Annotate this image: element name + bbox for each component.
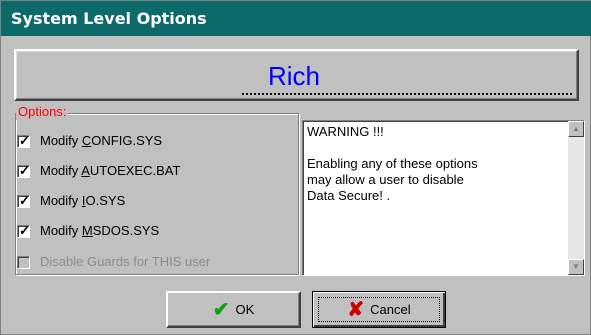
cancel-button[interactable]: ✘ Cancel xyxy=(312,291,446,328)
warning-text: WARNING !!! Enabling any of these option… xyxy=(307,124,478,203)
modify-io-sys-label: Modify IO.SYS xyxy=(40,193,126,208)
focus-rectangle xyxy=(318,297,440,322)
check-mark-icon: ✓ xyxy=(19,132,30,148)
warning-scrollbar[interactable]: ▲ ▼ xyxy=(568,121,584,275)
modify-config-sys-option[interactable]: ✓ Modify CONFIG.SYS xyxy=(17,131,162,151)
down-arrow-icon: ▼ xyxy=(572,262,580,271)
user-name-panel: Rich xyxy=(14,49,579,101)
system-level-options-dialog: System Level Options Rich Options: ✓ Mod… xyxy=(0,0,591,335)
scroll-up-button[interactable]: ▲ xyxy=(568,121,584,137)
scroll-down-button[interactable]: ▼ xyxy=(568,259,584,275)
warning-textbox[interactable]: WARNING !!! Enabling any of these option… xyxy=(302,120,585,276)
disable-guards-checkbox xyxy=(17,255,30,269)
modify-msdos-sys-checkbox[interactable]: ✓ xyxy=(17,222,30,238)
modify-autoexec-bat-option[interactable]: ✓ Modify AUTOEXEC.BAT xyxy=(17,161,180,181)
up-arrow-icon: ▲ xyxy=(572,124,580,133)
modify-config-sys-checkbox[interactable]: ✓ xyxy=(17,132,30,148)
ok-button[interactable]: ✔ OK xyxy=(166,291,301,328)
modify-autoexec-bat-label: Modify AUTOEXEC.BAT xyxy=(40,163,181,178)
check-mark-icon: ✓ xyxy=(19,222,30,238)
user-name: Rich xyxy=(268,61,321,91)
check-mark-icon: ✓ xyxy=(19,162,30,178)
modify-autoexec-bat-checkbox[interactable]: ✓ xyxy=(17,162,30,178)
window-title: System Level Options xyxy=(1,1,591,36)
ok-button-label: OK xyxy=(235,302,255,317)
disable-guards-label: Disable Guards for THIS user xyxy=(40,254,211,269)
modify-msdos-sys-label: Modify MSDOS.SYS xyxy=(40,223,160,238)
modify-config-sys-label: Modify CONFIG.SYS xyxy=(40,133,163,148)
modify-msdos-sys-option[interactable]: ✓ Modify MSDOS.SYS xyxy=(17,221,159,241)
check-icon: ✔ xyxy=(212,298,230,321)
modify-io-sys-option[interactable]: ✓ Modify IO.SYS xyxy=(17,191,125,211)
options-legend: Options: xyxy=(16,104,69,120)
check-mark-icon: ✓ xyxy=(19,192,30,208)
name-underline xyxy=(242,93,572,95)
modify-io-sys-checkbox[interactable]: ✓ xyxy=(17,192,30,208)
disable-guards-option: Disable Guards for THIS user xyxy=(17,252,210,272)
